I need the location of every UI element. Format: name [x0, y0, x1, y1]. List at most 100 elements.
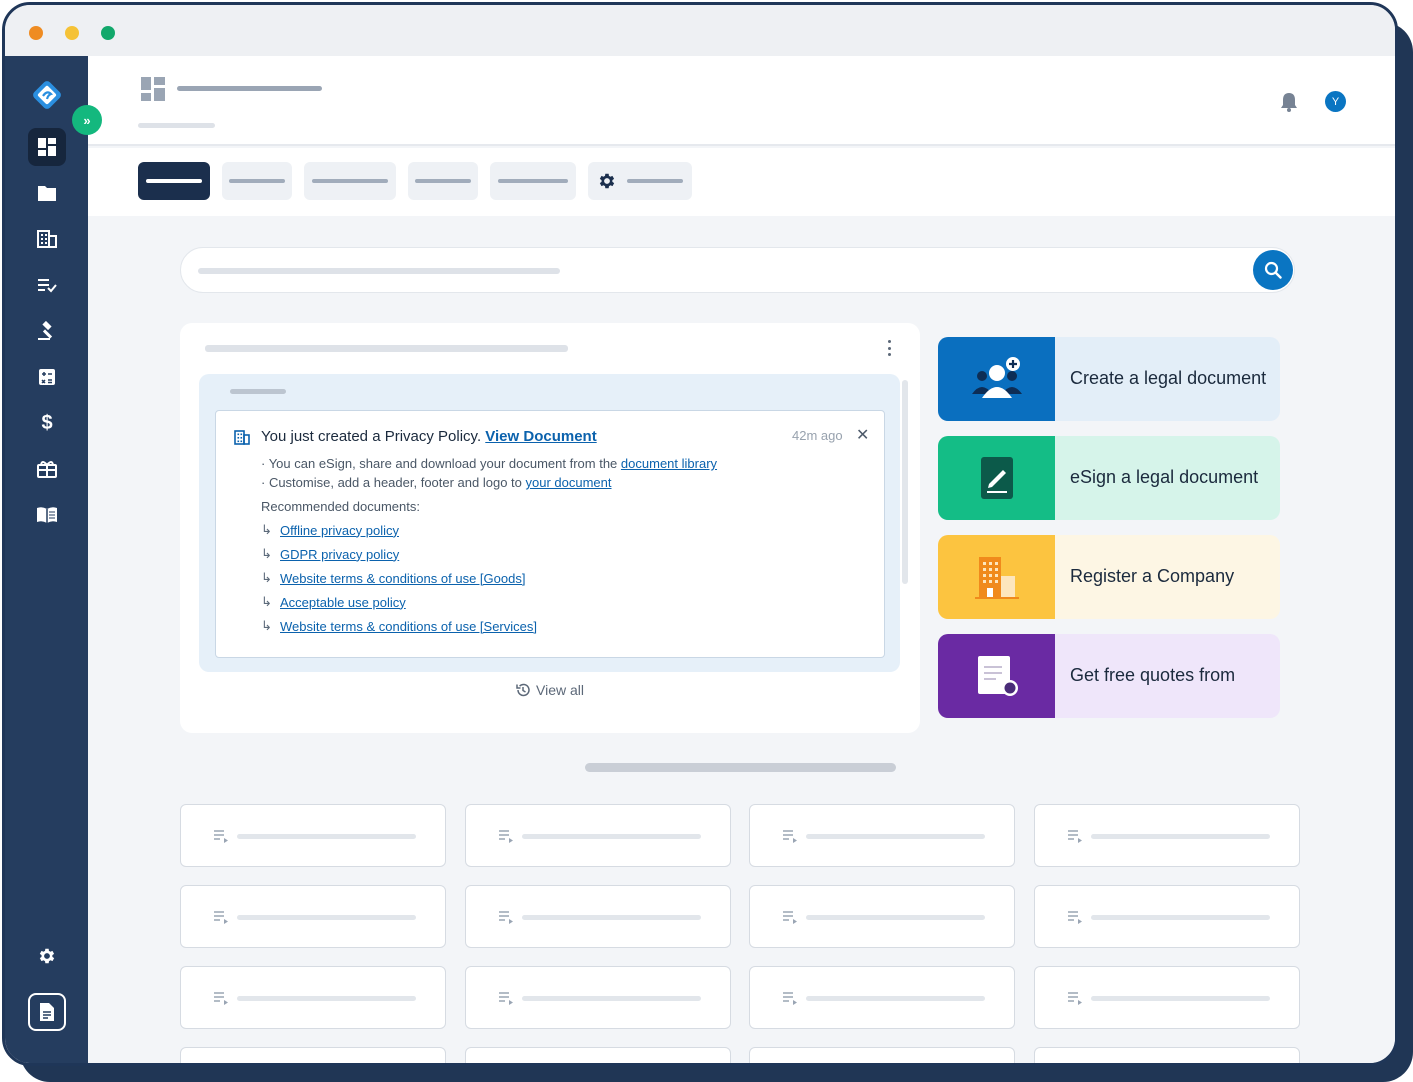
quick-action-free-quotes[interactable]: Get free quotes from: [938, 634, 1280, 718]
breadcrumb-placeholder: [138, 123, 215, 128]
gift-icon: [37, 461, 57, 478]
return-arrow-icon: ↳: [261, 522, 272, 537]
return-arrow-icon: ↳: [261, 570, 272, 585]
search-bar[interactable]: [180, 247, 1295, 293]
gear-icon: [39, 948, 55, 964]
checklist-icon: [38, 279, 57, 293]
close-icon[interactable]: ✕: [856, 425, 869, 445]
tab-2[interactable]: [222, 162, 292, 200]
maximize-window-button[interactable]: [101, 26, 115, 40]
tile-title-placeholder: [522, 996, 701, 1001]
sidebar: $: [5, 56, 88, 1063]
document-tile[interactable]: [180, 966, 446, 1029]
recommended-item[interactable]: ↳ GDPR privacy policy: [261, 546, 399, 562]
close-window-button[interactable]: [29, 26, 43, 40]
folder-icon: [38, 186, 56, 201]
tab-3[interactable]: [304, 162, 396, 200]
quick-action-esign[interactable]: eSign a legal document: [938, 436, 1280, 520]
panel-title-placeholder: [205, 345, 568, 352]
list-doc-icon: [214, 830, 228, 843]
notification-line-1: · You can eSign, share and download your…: [261, 456, 718, 471]
document-tile[interactable]: [465, 966, 731, 1029]
document-tile[interactable]: [180, 804, 446, 867]
quick-action-icon-bg: [938, 634, 1055, 718]
tile-title-placeholder: [806, 996, 985, 1001]
document-tile[interactable]: [180, 1047, 446, 1063]
document-library-link[interactable]: document library: [621, 456, 717, 471]
sidebar-item-tasks[interactable]: [28, 266, 66, 304]
company-building-icon: [234, 430, 250, 445]
quick-action-label: eSign a legal document: [1070, 467, 1259, 488]
tile-title-placeholder: [806, 834, 985, 839]
sidebar-item-finance[interactable]: $: [28, 404, 66, 442]
gavel-icon: [38, 321, 53, 340]
document-tile[interactable]: [465, 804, 731, 867]
book-icon: [37, 507, 57, 523]
user-avatar[interactable]: Y: [1325, 91, 1346, 112]
history-icon: [516, 683, 530, 697]
document-tile[interactable]: [1034, 1047, 1300, 1063]
search-button[interactable]: [1253, 250, 1293, 290]
document-tile[interactable]: [1034, 885, 1300, 948]
tab-4[interactable]: [408, 162, 478, 200]
tab-5[interactable]: [490, 162, 576, 200]
view-all-link[interactable]: View all: [515, 682, 584, 698]
document-tile[interactable]: [465, 1047, 731, 1063]
quick-action-create-document[interactable]: Create a legal document: [938, 337, 1280, 421]
recommended-item[interactable]: ↳ Website terms & conditions of use [Serv…: [261, 618, 537, 634]
list-doc-icon: [499, 992, 513, 1005]
recommended-item[interactable]: ↳ Offline privacy policy: [261, 522, 399, 538]
sidebar-item-accounting[interactable]: [28, 358, 66, 396]
document-tile[interactable]: [1034, 966, 1300, 1029]
tile-title-placeholder: [237, 996, 416, 1001]
document-tile[interactable]: [749, 885, 1015, 948]
recommended-item[interactable]: ↳ Website terms & conditions of use [Good…: [261, 570, 525, 586]
section-divider: [585, 763, 896, 772]
document-tile[interactable]: [749, 966, 1015, 1029]
app-window: $ » Y You just created a Privacy Policy.…: [2, 2, 1398, 1066]
document-tile[interactable]: [1034, 804, 1300, 867]
list-doc-icon: [783, 830, 797, 843]
bell-icon[interactable]: [1280, 92, 1298, 112]
sidebar-item-dashboard[interactable]: [28, 128, 66, 166]
list-doc-icon: [499, 911, 513, 924]
tab-settings[interactable]: [588, 162, 692, 200]
sidebar-item-perks[interactable]: [28, 450, 66, 488]
sidebar-item-documents[interactable]: [28, 174, 66, 212]
panel-scrollbar[interactable]: [902, 380, 908, 584]
calculator-icon: [39, 369, 55, 385]
title-bar: [5, 5, 1395, 56]
app-logo[interactable]: [28, 76, 66, 114]
your-document-link[interactable]: your document: [526, 475, 612, 490]
expand-sidebar-button[interactable]: »: [72, 105, 102, 135]
document-tile[interactable]: [180, 885, 446, 948]
list-doc-icon: [1068, 911, 1082, 924]
notification-line-2: · Customise, add a header, footer and lo…: [261, 475, 612, 490]
sidebar-item-companies[interactable]: [28, 220, 66, 258]
document-tile[interactable]: [465, 885, 731, 948]
search-icon: [1264, 261, 1282, 279]
view-document-link[interactable]: View Document: [485, 428, 596, 445]
more-options-icon[interactable]: [888, 340, 892, 356]
logo-icon: [33, 81, 61, 109]
quick-action-register-company[interactable]: Register a Company: [938, 535, 1280, 619]
tile-title-placeholder: [237, 834, 416, 839]
list-doc-icon: [499, 830, 513, 843]
recommended-label: Recommended documents:: [261, 499, 420, 514]
recommended-item[interactable]: ↳ Acceptable use policy: [261, 594, 406, 610]
quick-action-label: Register a Company: [1070, 566, 1235, 587]
minimize-window-button[interactable]: [65, 26, 79, 40]
document-tile[interactable]: [749, 1047, 1015, 1063]
sidebar-item-legal[interactable]: [28, 312, 66, 350]
notification-title-text: You just created a Privacy Policy.: [261, 428, 482, 445]
sidebar-item-new-document[interactable]: [28, 993, 66, 1031]
tile-title-placeholder: [237, 915, 416, 920]
dollar-icon: $: [41, 411, 53, 434]
tab-1[interactable]: [138, 162, 210, 200]
document-tile[interactable]: [749, 804, 1015, 867]
list-doc-icon: [214, 992, 228, 1005]
return-arrow-icon: ↳: [261, 546, 272, 561]
sidebar-item-settings[interactable]: [28, 937, 66, 975]
sidebar-item-guides[interactable]: [28, 496, 66, 534]
dashboard-icon: [38, 138, 56, 156]
